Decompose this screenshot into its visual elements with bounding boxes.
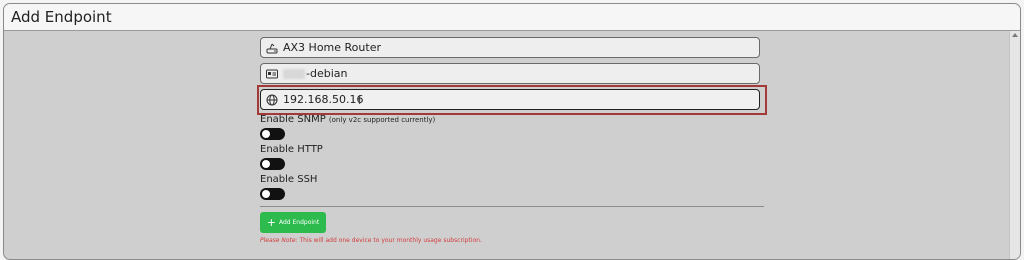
ip-address-value: 192.168.50.16 — [283, 93, 364, 106]
snmp-note: (only v2c supported currently) — [328, 116, 436, 124]
ssh-toggle[interactable] — [260, 188, 285, 200]
snmp-label: Enable SNMP (only v2c supported currentl… — [260, 114, 435, 125]
host-name-field[interactable]: -debian — [260, 63, 760, 84]
usage-note-text: This will add one device to your monthly… — [297, 237, 482, 244]
add-endpoint-button[interactable]: + Add Endpoint — [260, 212, 326, 233]
panel-title: Add Endpoint — [11, 8, 112, 26]
usage-note: Please Note: This will add one device to… — [260, 237, 482, 244]
globe-icon — [265, 93, 278, 106]
redacted-text — [283, 68, 305, 79]
http-toggle[interactable] — [260, 158, 285, 170]
scroll-up-arrow-icon[interactable] — [1012, 33, 1018, 37]
http-label: Enable HTTP — [260, 144, 323, 155]
add-endpoint-panel: Add Endpoint AX3 Home Router -debian 192… — [3, 3, 1021, 260]
id-card-icon — [265, 67, 278, 80]
ssh-label: Enable SSH — [260, 174, 318, 185]
form-divider — [260, 206, 764, 207]
device-name-field[interactable]: AX3 Home Router — [260, 37, 760, 58]
panel-body: AX3 Home Router -debian 192.168.50.16 I … — [4, 31, 1020, 259]
snmp-toggle[interactable] — [260, 128, 285, 140]
vertical-scrollbar[interactable] — [1009, 31, 1020, 259]
add-endpoint-label: Add Endpoint — [278, 219, 320, 226]
panel-header: Add Endpoint — [4, 4, 1020, 31]
text-cursor-icon: I — [358, 94, 362, 107]
usage-note-prefix: Please Note: — [260, 237, 298, 244]
ip-address-field[interactable]: 192.168.50.16 I — [260, 89, 760, 110]
snmp-label-text: Enable SNMP — [260, 114, 326, 125]
plus-icon: + — [266, 216, 276, 229]
router-icon — [265, 41, 278, 54]
device-name-value: AX3 Home Router — [283, 41, 381, 54]
host-name-suffix: -debian — [306, 67, 348, 80]
